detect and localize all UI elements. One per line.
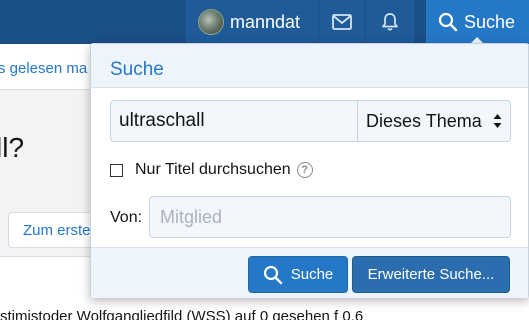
envelope-icon [332, 14, 352, 30]
title-only-checkbox[interactable] [110, 163, 123, 177]
search-icon [438, 12, 458, 32]
alerts-button[interactable] [366, 0, 414, 44]
updown-arrows-icon [493, 113, 502, 129]
title-only-option[interactable]: Nur Titel durchsuchen ? [110, 161, 313, 179]
search-input[interactable] [111, 101, 358, 141]
advanced-search-label: Erweiterte Suche... [367, 266, 495, 283]
title-only-label: Nur Titel durchsuchen [135, 161, 291, 178]
mark-read-link[interactable]: s gelesen ma [0, 60, 87, 77]
search-popup-title: Suche [91, 44, 528, 88]
help-icon[interactable]: ? [296, 162, 313, 178]
username: manndat [230, 11, 301, 32]
search-scope-value: Dieses Thema [366, 110, 482, 131]
thread-title: ll? [0, 132, 25, 163]
inbox-button[interactable] [319, 0, 365, 44]
member-input[interactable] [149, 196, 511, 238]
search-popup-footer: Suche Erweiterte Suche... [91, 247, 528, 298]
search-row: Dieses Thema [110, 100, 511, 142]
user-menu-button[interactable]: manndat [186, 0, 318, 44]
search-scope-select[interactable]: Dieses Thema [358, 101, 510, 141]
bell-icon [382, 13, 398, 31]
post-text: stimistoder Wolfgangliedfild (WSS) auf 0… [0, 308, 364, 320]
member-label: Von: [110, 209, 143, 226]
submit-search-label: Suche [290, 266, 334, 283]
avatar [198, 9, 224, 35]
search-icon [263, 265, 282, 284]
advanced-search-button[interactable]: Erweiterte Suche... [352, 256, 510, 293]
nav-search-label: Suche [464, 11, 516, 32]
submit-search-button[interactable]: Suche [248, 256, 348, 293]
search-popup: Suche Dieses Thema Nur Titel durchsuchen… [90, 43, 529, 298]
